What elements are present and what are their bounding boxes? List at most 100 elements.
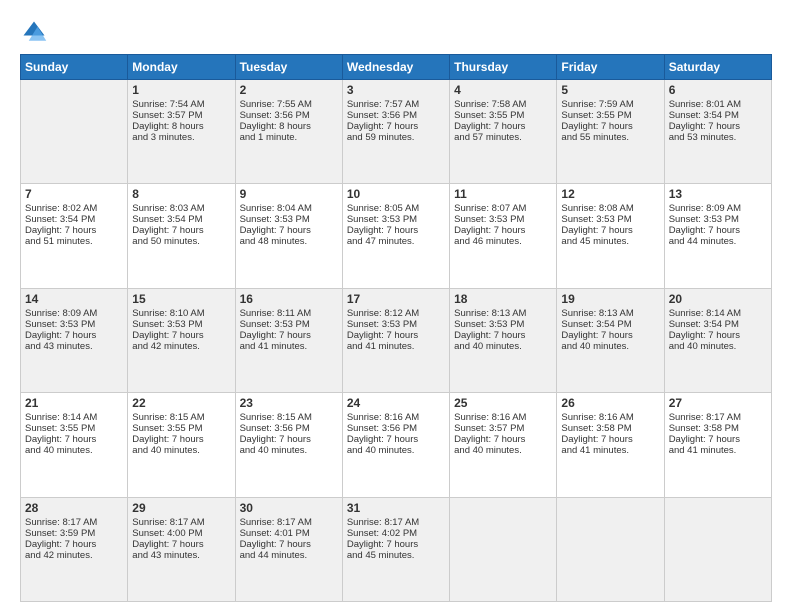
- day-info-line: Daylight: 7 hours: [561, 225, 659, 236]
- day-info-line: Sunset: 4:00 PM: [132, 528, 230, 539]
- day-info-line: Sunset: 3:54 PM: [669, 319, 767, 330]
- day-info-line: Daylight: 7 hours: [240, 434, 338, 445]
- calendar-cell: 23Sunrise: 8:15 AMSunset: 3:56 PMDayligh…: [235, 393, 342, 497]
- calendar-cell: 21Sunrise: 8:14 AMSunset: 3:55 PMDayligh…: [21, 393, 128, 497]
- day-info-line: and 40 minutes.: [561, 341, 659, 352]
- day-info-line: and 59 minutes.: [347, 132, 445, 143]
- calendar-cell: 6Sunrise: 8:01 AMSunset: 3:54 PMDaylight…: [664, 80, 771, 184]
- calendar-cell: [21, 80, 128, 184]
- day-info-line: Sunrise: 8:09 AM: [25, 308, 123, 319]
- day-info-line: and 43 minutes.: [132, 550, 230, 561]
- calendar-cell: 30Sunrise: 8:17 AMSunset: 4:01 PMDayligh…: [235, 497, 342, 601]
- day-info-line: and 42 minutes.: [25, 550, 123, 561]
- calendar-cell: 9Sunrise: 8:04 AMSunset: 3:53 PMDaylight…: [235, 184, 342, 288]
- day-number: 22: [132, 396, 230, 410]
- day-info-line: and 53 minutes.: [669, 132, 767, 143]
- day-info-line: Sunrise: 8:10 AM: [132, 308, 230, 319]
- day-number: 10: [347, 187, 445, 201]
- day-info-line: and 40 minutes.: [347, 445, 445, 456]
- day-info-line: Sunset: 3:53 PM: [240, 319, 338, 330]
- day-info-line: and 41 minutes.: [669, 445, 767, 456]
- day-number: 1: [132, 83, 230, 97]
- day-info-line: Sunset: 3:55 PM: [25, 423, 123, 434]
- day-info-line: and 55 minutes.: [561, 132, 659, 143]
- day-info-line: Daylight: 7 hours: [25, 330, 123, 341]
- weekday-header: Thursday: [450, 55, 557, 80]
- day-info-line: Daylight: 7 hours: [454, 225, 552, 236]
- calendar-cell: [557, 497, 664, 601]
- day-info-line: Sunrise: 8:04 AM: [240, 203, 338, 214]
- day-info-line: Sunrise: 8:08 AM: [561, 203, 659, 214]
- day-info-line: and 41 minutes.: [561, 445, 659, 456]
- day-info-line: Daylight: 8 hours: [132, 121, 230, 132]
- day-info-line: Daylight: 7 hours: [25, 539, 123, 550]
- day-info-line: Sunrise: 8:14 AM: [669, 308, 767, 319]
- day-info-line: Sunset: 3:56 PM: [240, 110, 338, 121]
- day-info-line: and 44 minutes.: [240, 550, 338, 561]
- weekday-header: Sunday: [21, 55, 128, 80]
- calendar-cell: 12Sunrise: 8:08 AMSunset: 3:53 PMDayligh…: [557, 184, 664, 288]
- calendar-cell: [664, 497, 771, 601]
- calendar-cell: 7Sunrise: 8:02 AMSunset: 3:54 PMDaylight…: [21, 184, 128, 288]
- day-info-line: Daylight: 7 hours: [240, 539, 338, 550]
- day-info-line: Sunrise: 8:02 AM: [25, 203, 123, 214]
- day-info-line: Sunset: 4:01 PM: [240, 528, 338, 539]
- day-info-line: Sunset: 3:57 PM: [454, 423, 552, 434]
- day-info-line: Daylight: 7 hours: [132, 330, 230, 341]
- day-info-line: Sunset: 3:56 PM: [347, 110, 445, 121]
- weekday-header: Monday: [128, 55, 235, 80]
- calendar-week-row: 21Sunrise: 8:14 AMSunset: 3:55 PMDayligh…: [21, 393, 772, 497]
- day-info-line: and 51 minutes.: [25, 236, 123, 247]
- day-info-line: Sunset: 3:55 PM: [132, 423, 230, 434]
- day-info-line: and 57 minutes.: [454, 132, 552, 143]
- day-info-line: Sunset: 3:55 PM: [454, 110, 552, 121]
- day-info-line: Sunset: 3:56 PM: [240, 423, 338, 434]
- day-info-line: Sunrise: 7:54 AM: [132, 99, 230, 110]
- calendar-cell: 22Sunrise: 8:15 AMSunset: 3:55 PMDayligh…: [128, 393, 235, 497]
- day-info-line: Sunset: 3:53 PM: [561, 214, 659, 225]
- day-info-line: Daylight: 7 hours: [347, 434, 445, 445]
- calendar-cell: 16Sunrise: 8:11 AMSunset: 3:53 PMDayligh…: [235, 288, 342, 392]
- day-info-line: Daylight: 7 hours: [25, 434, 123, 445]
- day-info-line: Sunrise: 7:59 AM: [561, 99, 659, 110]
- day-info-line: Sunrise: 8:15 AM: [240, 412, 338, 423]
- day-info-line: and 40 minutes.: [240, 445, 338, 456]
- day-info-line: Sunset: 4:02 PM: [347, 528, 445, 539]
- day-info-line: and 41 minutes.: [240, 341, 338, 352]
- calendar-cell: 14Sunrise: 8:09 AMSunset: 3:53 PMDayligh…: [21, 288, 128, 392]
- day-number: 24: [347, 396, 445, 410]
- day-number: 16: [240, 292, 338, 306]
- day-info-line: Daylight: 7 hours: [454, 121, 552, 132]
- calendar-week-row: 14Sunrise: 8:09 AMSunset: 3:53 PMDayligh…: [21, 288, 772, 392]
- day-info-line: Daylight: 7 hours: [669, 330, 767, 341]
- logo: [20, 18, 52, 46]
- day-number: 3: [347, 83, 445, 97]
- day-info-line: Sunrise: 8:07 AM: [454, 203, 552, 214]
- day-info-line: Sunset: 3:54 PM: [669, 110, 767, 121]
- day-info-line: Daylight: 7 hours: [132, 539, 230, 550]
- day-info-line: Sunrise: 8:03 AM: [132, 203, 230, 214]
- day-info-line: Daylight: 7 hours: [347, 330, 445, 341]
- day-info-line: and 50 minutes.: [132, 236, 230, 247]
- day-number: 17: [347, 292, 445, 306]
- day-info-line: Daylight: 7 hours: [561, 434, 659, 445]
- day-number: 25: [454, 396, 552, 410]
- day-info-line: Sunset: 3:58 PM: [561, 423, 659, 434]
- day-info-line: Sunrise: 8:14 AM: [25, 412, 123, 423]
- calendar-cell: 25Sunrise: 8:16 AMSunset: 3:57 PMDayligh…: [450, 393, 557, 497]
- calendar-cell: 10Sunrise: 8:05 AMSunset: 3:53 PMDayligh…: [342, 184, 449, 288]
- day-info-line: Daylight: 7 hours: [561, 330, 659, 341]
- day-info-line: Sunrise: 8:15 AM: [132, 412, 230, 423]
- day-number: 18: [454, 292, 552, 306]
- day-info-line: Daylight: 7 hours: [347, 539, 445, 550]
- day-info-line: Sunrise: 8:16 AM: [454, 412, 552, 423]
- day-number: 6: [669, 83, 767, 97]
- day-info-line: and 47 minutes.: [347, 236, 445, 247]
- calendar-cell: 15Sunrise: 8:10 AMSunset: 3:53 PMDayligh…: [128, 288, 235, 392]
- calendar-cell: 2Sunrise: 7:55 AMSunset: 3:56 PMDaylight…: [235, 80, 342, 184]
- weekday-header: Wednesday: [342, 55, 449, 80]
- day-info-line: Sunrise: 8:12 AM: [347, 308, 445, 319]
- day-info-line: and 45 minutes.: [561, 236, 659, 247]
- calendar-cell: 29Sunrise: 8:17 AMSunset: 4:00 PMDayligh…: [128, 497, 235, 601]
- day-number: 11: [454, 187, 552, 201]
